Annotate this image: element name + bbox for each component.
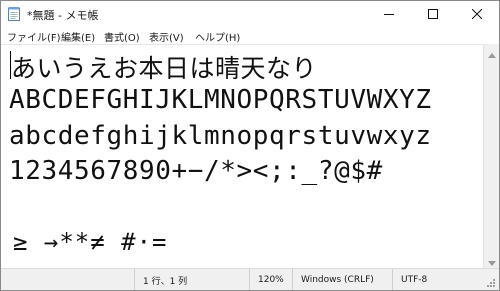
status-zoom-text: 120% (258, 275, 284, 285)
menu-help[interactable]: ヘルプ(H) (195, 29, 240, 44)
editor-line-2: ABCDEFGHIJKLMNOPQRSTUVWXYZ (9, 85, 432, 115)
scroll-down-button[interactable] (484, 251, 499, 270)
close-button[interactable] (455, 1, 499, 26)
menu-format[interactable]: 書式(O) (104, 29, 140, 44)
chevron-up-icon (488, 43, 496, 62)
menu-edit[interactable]: 編集(E) (61, 29, 95, 44)
status-line-ending: Windows (CRLF) (292, 269, 392, 290)
editor-line-1: あいうえお本日は晴天なり (11, 54, 318, 83)
title-bar[interactable]: *無題 - メモ帳 (1, 1, 499, 26)
status-position-text: 1 行、1 列 (143, 276, 188, 287)
vertical-scrollbar[interactable] (483, 43, 499, 270)
window-title: *無題 - メモ帳 (27, 9, 99, 22)
status-encoding-text: UTF-8 (401, 275, 428, 285)
minimize-icon (384, 4, 394, 23)
menu-view[interactable]: 表示(V) (149, 29, 184, 44)
status-line-ending-text: Windows (CRLF) (301, 275, 374, 285)
editor-line-3: abcdefghijklmnopqrstuvwxyz (9, 121, 432, 151)
status-bar: 1 行、1 列 120% Windows (CRLF) UTF-8 (1, 268, 499, 290)
editor-line-4: 1234567890+−/*><;:_?@$# (9, 156, 383, 186)
status-encoding: UTF-8 (392, 269, 486, 290)
notepad-window: *無題 - メモ帳 ファイル(F) 編集(E) 書式(O) 表示(V) ヘルプ(… (0, 0, 500, 291)
editor-line-6: ≥ →**≠ #·= (13, 228, 168, 256)
scroll-up-button[interactable] (484, 43, 499, 62)
scroll-track[interactable] (484, 60, 499, 252)
maximize-icon (428, 4, 438, 23)
close-icon (471, 4, 483, 23)
maximize-button[interactable] (411, 1, 455, 26)
status-zoom: 120% (249, 269, 292, 290)
resize-grip-icon[interactable] (486, 278, 496, 288)
minimize-button[interactable] (367, 1, 411, 26)
status-position: 1 行、1 列 (134, 269, 249, 290)
chevron-down-icon (488, 251, 496, 270)
menu-file[interactable]: ファイル(F) (7, 29, 61, 44)
text-editor[interactable]: あいうえお本日は晴天なり ABCDEFGHIJKLMNOPQRSTUVWXYZ … (1, 44, 483, 269)
menu-bar: ファイル(F) 編集(E) 書式(O) 表示(V) ヘルプ(H) (1, 26, 499, 44)
notepad-icon (7, 6, 21, 21)
